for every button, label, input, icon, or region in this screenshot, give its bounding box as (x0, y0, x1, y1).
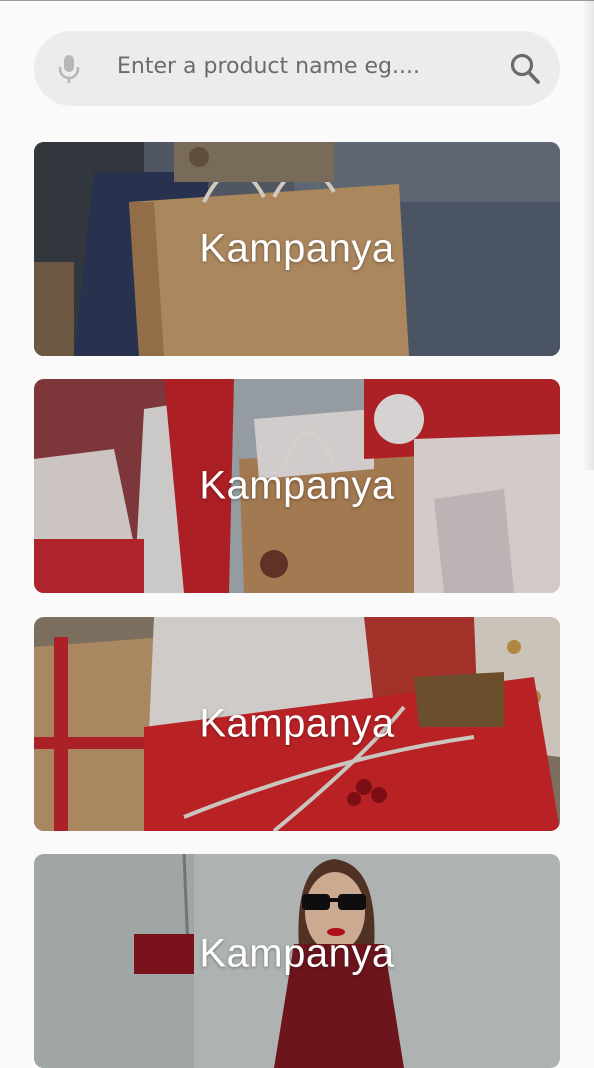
search-input[interactable] (117, 48, 477, 84)
campaign-card-1[interactable]: Kampanya (34, 142, 560, 356)
campaign-card-4[interactable]: Kampanya (34, 854, 560, 1068)
campaign-title: Kampanya (199, 701, 395, 746)
campaign-card-3[interactable]: Kampanya (34, 617, 560, 831)
top-divider (0, 0, 594, 1)
campaign-title: Kampanya (199, 931, 395, 976)
scrollbar-shadow (582, 0, 594, 470)
microphone-icon[interactable] (56, 54, 82, 84)
campaign-card-2[interactable]: Kampanya (34, 379, 560, 593)
search-icon[interactable] (509, 52, 541, 86)
campaign-title: Kampanya (199, 226, 395, 271)
campaign-title: Kampanya (199, 463, 395, 508)
